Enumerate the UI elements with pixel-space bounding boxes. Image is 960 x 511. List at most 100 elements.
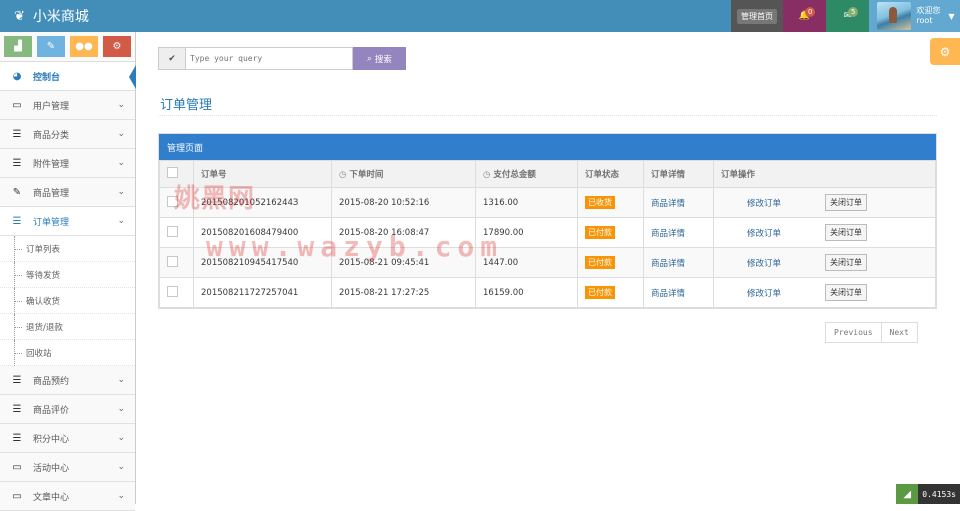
- submenu-order-list[interactable]: 订单列表: [0, 236, 135, 262]
- notification-count: 0: [805, 7, 816, 17]
- close-order-button[interactable]: 关闭订单: [825, 194, 867, 211]
- edit-order-link[interactable]: 修改订单: [747, 257, 825, 269]
- user-menu[interactable]: 欢迎您 root ▼: [869, 0, 960, 32]
- chevron-down-icon: ⌄: [117, 158, 125, 168]
- edit-order-link[interactable]: 修改订单: [747, 227, 825, 239]
- panel-title: 管理页面: [159, 134, 936, 160]
- status-badge: 已付款: [585, 286, 615, 299]
- sidebar-item-categories[interactable]: ☰ 商品分类 ⌄: [0, 120, 135, 149]
- sidebar-item-label: 订单管理: [33, 217, 70, 228]
- shortcut-chart-button[interactable]: ▟: [4, 36, 32, 57]
- ops-cell: 修改订单 关闭订单: [713, 187, 936, 218]
- detail-cell: 商品详情: [643, 277, 714, 308]
- header-status: 订单状态: [577, 160, 644, 188]
- clock-icon: ◷: [339, 170, 347, 180]
- desktop-icon: ▭: [12, 490, 22, 502]
- desktop-icon: ▭: [12, 461, 22, 473]
- close-order-button[interactable]: 关闭订单: [825, 224, 867, 241]
- list-icon: ☰: [12, 157, 22, 169]
- row-checkbox[interactable]: [167, 255, 178, 267]
- gear-icon: ⚙: [939, 44, 951, 59]
- ops-cell: 修改订单 关闭订单: [713, 217, 936, 248]
- clock-icon: ◷: [483, 170, 491, 180]
- username: root: [916, 16, 933, 25]
- submenu-recycle-bin[interactable]: 回收站: [0, 340, 135, 366]
- edit-order-link[interactable]: 修改订单: [747, 197, 825, 209]
- header-detail: 订单详情: [643, 160, 714, 188]
- watermark-url: www.wazyb.com: [206, 230, 504, 263]
- submenu-returns-refunds[interactable]: 退货/退款: [0, 314, 135, 340]
- search-button[interactable]: ⌕ 搜索: [353, 47, 406, 70]
- product-detail-link[interactable]: 商品详情: [651, 289, 685, 299]
- sidebar-item-articles[interactable]: ▭ 文章中心 ⌄: [0, 482, 135, 511]
- search-input[interactable]: [186, 47, 353, 70]
- previous-page-button[interactable]: Previous: [825, 322, 882, 343]
- welcome-text: 欢迎您: [916, 6, 941, 15]
- table-row: 20150820105216244З 2015-08-20 10:52:16 1…: [159, 187, 936, 218]
- check-icon[interactable]: ✔: [158, 47, 186, 70]
- sidebar-item-activities[interactable]: ▭ 活动中心 ⌄: [0, 453, 135, 482]
- caret-down-icon: ▼: [948, 11, 955, 21]
- header-order-time: ◷ 下单时间: [331, 160, 476, 188]
- sidebar-item-products[interactable]: ✎ 商品管理 ⌄: [0, 178, 135, 207]
- list-icon: ☰: [12, 128, 22, 140]
- sidebar-item-label: 商品分类: [33, 130, 70, 141]
- sidebar-item-dashboard[interactable]: ◕ 控制台: [0, 62, 136, 91]
- close-order-button[interactable]: 关闭订单: [825, 284, 867, 301]
- sidebar-item-attachments[interactable]: ☰ 附件管理 ⌄: [0, 149, 135, 178]
- row-checkbox[interactable]: [167, 285, 178, 297]
- pencil-icon: ✎: [46, 41, 56, 52]
- sidebar-item-reviews[interactable]: ☰ 商品评价 ⌄: [0, 395, 135, 424]
- status-cell: 已收货: [577, 187, 644, 218]
- sidebar-item-label: 活动中心: [33, 463, 70, 474]
- brand-title: 小米商城: [32, 9, 89, 25]
- watermark-logo-text: 姚黑网: [174, 184, 256, 214]
- chevron-down-icon: ⌄: [117, 216, 125, 226]
- list-icon: ☰: [12, 432, 22, 444]
- messages-button[interactable]: ✉ 5: [826, 0, 869, 32]
- status-badge: 已付款: [585, 256, 615, 269]
- product-detail-link[interactable]: 商品详情: [651, 259, 685, 269]
- sidebar-item-points[interactable]: ☰ 积分中心 ⌄: [0, 424, 135, 453]
- dashboard-icon: ◕: [12, 70, 22, 82]
- admin-home-button[interactable]: 管理首页: [731, 0, 783, 32]
- submenu-awaiting-shipment[interactable]: 等待发货: [0, 262, 135, 288]
- row-select-cell: [159, 217, 194, 248]
- status-cell: 已付款: [577, 247, 644, 278]
- ops-cell: 修改订单 关闭订单: [713, 277, 936, 308]
- status-badge: 已收货: [585, 196, 615, 209]
- submenu-confirm-receipt[interactable]: 确认收货: [0, 288, 135, 314]
- status-badge: 已付款: [585, 226, 615, 239]
- shortcut-users-button[interactable]: ●●: [70, 36, 98, 57]
- product-detail-link[interactable]: 商品详情: [651, 199, 685, 209]
- select-all-checkbox[interactable]: [167, 167, 178, 178]
- sidebar: ▟ ✎ ●● ⚙ ◕ 控制台 ▭ 用户管理 ⌄ ☰ 商品分类 ⌄ ☰ 附件管理 …: [0, 32, 136, 511]
- shortcut-edit-button[interactable]: ✎: [37, 36, 65, 57]
- search-button-label: 搜索: [374, 54, 392, 65]
- settings-toggle-button[interactable]: ⚙: [930, 38, 960, 65]
- sidebar-item-label: 控制台: [33, 72, 61, 83]
- row-checkbox[interactable]: [167, 225, 178, 237]
- search-icon: ⌕: [367, 53, 372, 64]
- list-icon: ☰: [12, 374, 22, 386]
- chevron-down-icon: ⌄: [117, 491, 125, 501]
- detail-cell: 商品详情: [643, 217, 714, 248]
- next-page-button[interactable]: Next: [881, 322, 918, 343]
- sidebar-item-users[interactable]: ▭ 用户管理 ⌄: [0, 91, 135, 120]
- timer-value: 0.4153s: [918, 484, 960, 504]
- title-divider: [158, 115, 937, 116]
- sidebar-item-label: 积分中心: [33, 434, 70, 445]
- brand[interactable]: ❦ 小米商城: [14, 6, 89, 26]
- sidebar-item-orders[interactable]: ☰ 订单管理 ⌄: [0, 207, 135, 236]
- admin-home-label: 管理首页: [737, 8, 777, 24]
- notifications-button[interactable]: 🔔 0: [783, 0, 826, 32]
- close-order-button[interactable]: 关闭订单: [825, 254, 867, 271]
- product-detail-link[interactable]: 商品详情: [651, 229, 685, 239]
- desktop-icon: ▭: [12, 99, 22, 111]
- avatar: [877, 2, 912, 30]
- shortcut-settings-button[interactable]: ⚙: [103, 36, 131, 57]
- edit-order-link[interactable]: 修改订单: [747, 287, 825, 299]
- message-count: 5: [848, 7, 859, 17]
- sidebar-item-reservations[interactable]: ☰ 商品预约 ⌄: [0, 366, 135, 395]
- chevron-down-icon: ⌄: [117, 433, 125, 443]
